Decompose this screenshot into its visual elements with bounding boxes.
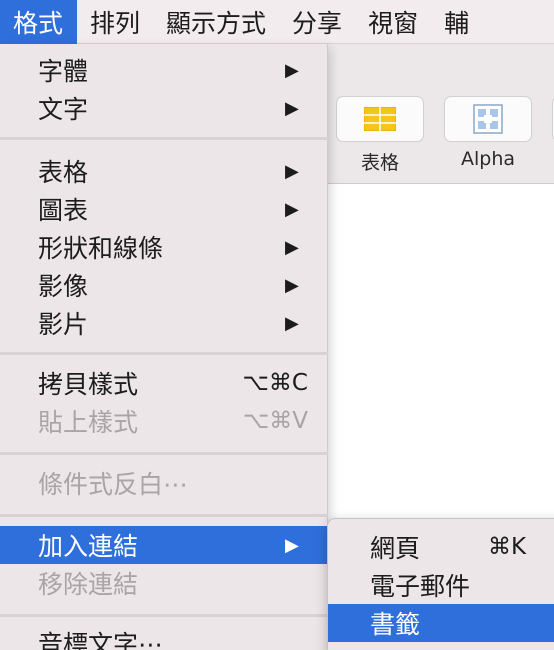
submenu-item-webpage[interactable]: 網頁 ⌘K (328, 528, 554, 566)
menu-item-font[interactable]: 字體 ▶ (0, 51, 328, 89)
menu-window[interactable]: 視窗 (355, 0, 431, 44)
submenu-arrow-icon: ▶ (285, 97, 299, 119)
menu-item-shapes[interactable]: 形狀和線條 ▶ (0, 228, 328, 266)
format-menu: 字體 ▶ 文字 ▶ 表格 ▶ 圖表 ▶ 形狀和線條 ▶ 影像 ▶ 影片 ▶ 拷貝… (0, 44, 328, 650)
table-icon (364, 107, 396, 131)
menu-item-text[interactable]: 文字 ▶ (0, 89, 328, 127)
shortcut-webpage: ⌘K (488, 534, 527, 560)
menu-item-conditional-highlight: 條件式反白⋯ (0, 464, 328, 502)
menu-item-phonetic[interactable]: 音標文字⋯ (0, 624, 328, 650)
menu-share[interactable]: 分享 (279, 0, 355, 44)
menu-item-label: 影片 (38, 310, 89, 339)
submenu-arrow-icon: ▶ (285, 160, 299, 182)
submenu-item-email[interactable]: 電子郵件 (328, 566, 554, 604)
alpha-tool-label: Alpha (460, 148, 516, 170)
submenu-arrow-icon: ▶ (285, 312, 299, 334)
submenu-item-label: 書籤 (370, 610, 421, 639)
menu-item-label: 文字 (38, 95, 89, 124)
shortcut-paste-style: ⌥⌘V (242, 408, 308, 434)
menu-item-label: 圖表 (38, 196, 89, 225)
screen: 表格 Alpha 格式 排列 顯示方式 分享 視窗 輔 字體 ▶ 文字 ▶ 表格… (0, 0, 554, 650)
menu-separator (0, 352, 328, 355)
menu-format[interactable]: 格式 (0, 0, 78, 44)
menu-item-label: 移除連結 (38, 570, 139, 599)
menu-separator (0, 137, 328, 140)
menu-view[interactable]: 顯示方式 (153, 0, 279, 44)
submenu-item-label: 網頁 (370, 534, 421, 563)
menu-item-copy-style[interactable]: 拷貝樣式 ⌥⌘C (0, 364, 328, 402)
menu-item-movie[interactable]: 影片 ▶ (0, 304, 328, 342)
menu-bar: 格式 排列 顯示方式 分享 視窗 輔 (0, 0, 554, 44)
menu-item-label: 貼上樣式 (38, 408, 139, 437)
submenu-item-bookmark[interactable]: 書籤 (328, 604, 554, 642)
menu-item-label: 影像 (38, 272, 89, 301)
toolbar: 表格 Alpha (326, 44, 554, 184)
menu-item-chart[interactable]: 圖表 ▶ (0, 190, 328, 228)
menu-item-remove-link: 移除連結 (0, 564, 328, 602)
menu-item-label: 加入連結 (38, 532, 139, 561)
menu-item-image[interactable]: 影像 ▶ (0, 266, 328, 304)
submenu-arrow-icon: ▶ (285, 198, 299, 220)
menu-separator (0, 614, 328, 617)
add-link-submenu: 網頁 ⌘K 電子郵件 書籤 (327, 518, 554, 650)
menu-separator (0, 452, 328, 455)
menu-separator (0, 514, 328, 517)
alpha-tool-button[interactable] (444, 96, 532, 142)
menu-item-label: 字體 (38, 57, 89, 86)
shortcut-copy-style: ⌥⌘C (242, 370, 308, 396)
menu-arrange[interactable]: 排列 (77, 0, 153, 44)
menu-item-paste-style: 貼上樣式 ⌥⌘V (0, 402, 328, 440)
menu-item-label: 形狀和線條 (38, 234, 164, 263)
submenu-arrow-icon: ▶ (285, 534, 299, 556)
submenu-arrow-icon: ▶ (285, 236, 299, 258)
menu-item-add-link[interactable]: 加入連結 ▶ (0, 526, 328, 564)
table-tool-button[interactable] (336, 96, 424, 142)
menu-item-label: 拷貝樣式 (38, 370, 139, 399)
menu-item-label: 音標文字⋯ (38, 630, 164, 650)
menu-help[interactable]: 輔 (431, 0, 482, 44)
alpha-icon (473, 104, 503, 134)
table-tool-label: 表格 (360, 152, 399, 174)
menu-item-label: 表格 (38, 158, 89, 187)
submenu-arrow-icon: ▶ (285, 59, 299, 81)
submenu-item-label: 電子郵件 (370, 572, 471, 601)
submenu-arrow-icon: ▶ (285, 274, 299, 296)
menu-item-table[interactable]: 表格 ▶ (0, 152, 328, 190)
menu-item-label: 條件式反白⋯ (38, 470, 189, 499)
